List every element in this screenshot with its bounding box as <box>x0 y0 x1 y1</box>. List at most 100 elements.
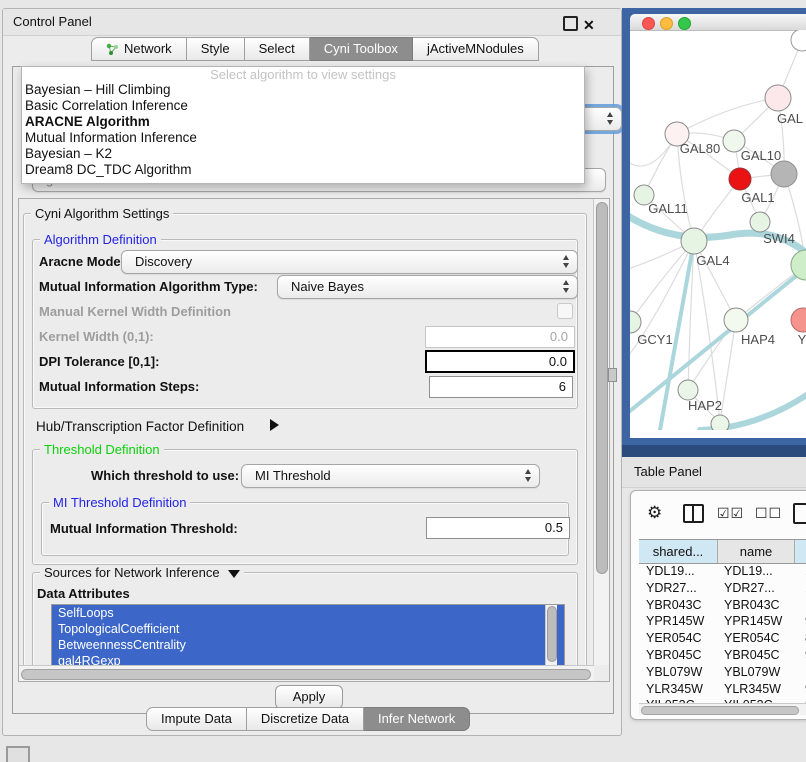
mi-type-combobox[interactable]: Naive Bayes <box>277 275 578 299</box>
hub-definition-label[interactable]: Hub/Transcription Factor Definition <box>36 419 244 434</box>
table-cell: YDR27... <box>639 580 724 597</box>
table-cell: YBR043C <box>639 597 724 614</box>
dpi-tolerance-label: DPI Tolerance [0,1]: <box>39 354 159 369</box>
table-cell: 13 <box>800 563 806 580</box>
dpi-tolerance-field[interactable]: 0.0 <box>425 350 575 373</box>
minimize-traffic-light-icon[interactable] <box>660 17 673 30</box>
mi-steps-field[interactable]: 6 <box>429 376 573 398</box>
zoom-traffic-light-icon[interactable] <box>678 17 691 30</box>
network-node-hap4[interactable] <box>724 308 748 332</box>
table-cell: YDL19... <box>639 563 724 580</box>
network-node-swi4[interactable] <box>750 212 770 232</box>
network-node[interactable] <box>711 415 729 430</box>
tab-jactivemnodules[interactable]: jActiveMNodules <box>413 37 539 61</box>
network-node-gcy1[interactable] <box>630 311 641 333</box>
attributes-scrollbar[interactable] <box>545 605 557 665</box>
dropdown-item-dream8-dc-tdc-algorithm[interactable]: Dream8 DC_TDC Algorithm <box>22 162 584 178</box>
collapsed-panel-button[interactable] <box>6 746 30 762</box>
table-row[interactable]: YLR345WYLR345W9. <box>639 681 806 698</box>
splitter-grip[interactable] <box>608 368 617 382</box>
manual-kernel-checkbox[interactable] <box>557 303 573 319</box>
table-rows: YDL19...YDL19...13YDR27...YDR27...12YBR0… <box>639 563 806 703</box>
table-row[interactable]: YDL19...YDL19...13 <box>639 563 806 580</box>
table-cell: 9. <box>800 613 806 630</box>
network-edge <box>677 98 778 134</box>
table-cell: YER054C <box>639 630 724 647</box>
network-node-gal[interactable] <box>765 85 791 111</box>
aracne-mode-combobox[interactable]: Discovery <box>121 250 578 274</box>
table-row[interactable]: YPR145WYPR145W9. <box>639 613 806 630</box>
network-node-label: GAL11 <box>648 201 688 216</box>
threshold-definition-group: Threshold Definition Which threshold to … <box>32 449 578 565</box>
attribute-item-selfloops[interactable]: SelfLoops <box>52 605 564 621</box>
cyni-algorithm-settings-group: Cyni Algorithm Settings Algorithm Defini… <box>23 213 587 667</box>
network-node[interactable] <box>791 250 806 280</box>
table-row[interactable]: YER054CYER054C8. <box>639 630 806 647</box>
settings-vertical-scrollbar[interactable] <box>593 199 609 665</box>
table-horizontal-scrollbar[interactable] <box>639 703 806 715</box>
network-graph[interactable]: GALGAL80GAL10GAL1GAL11GAL4SWI4GCY1HAP4YH… <box>630 30 806 430</box>
bottom-tab-discretize-data[interactable]: Discretize Data <box>247 707 364 731</box>
tab-network[interactable]: Network <box>91 37 187 61</box>
network-edge <box>630 241 694 322</box>
kernel-width-field[interactable]: 0.0 <box>425 326 575 348</box>
expand-arrow-icon[interactable] <box>270 419 279 431</box>
select-all-icon[interactable]: ☑☑ <box>717 505 744 522</box>
tab-cyni-toolbox[interactable]: Cyni Toolbox <box>310 37 413 61</box>
close-icon[interactable]: ✕ <box>583 12 595 38</box>
dropdown-item-basic-correlation-inference[interactable]: Basic Correlation Inference <box>22 98 584 114</box>
dropdown-item-mutual-information-inference[interactable]: Mutual Information Inference <box>22 130 584 146</box>
which-threshold-combobox[interactable]: MI Threshold <box>241 464 540 488</box>
mi-threshold-field[interactable]: 0.5 <box>426 517 570 539</box>
network-node[interactable] <box>771 161 797 187</box>
table-row[interactable]: YBL079WYBL079W <box>639 664 806 681</box>
dropdown-list: Bayesian – Hill ClimbingBasic Correlatio… <box>22 82 584 178</box>
bottom-tabs: Impute DataDiscretize DataInfer Network <box>146 707 470 731</box>
network-node-gal1[interactable] <box>729 168 751 190</box>
collapse-arrow-icon[interactable] <box>228 570 240 578</box>
network-view-window: GALGAL80GAL10GAL1GAL11GAL4SWI4GCY1HAP4YH… <box>622 8 806 445</box>
dropdown-item-aracne-algorithm[interactable]: ARACNE Algorithm <box>22 114 584 130</box>
dropdown-prompt: Select algorithm to view settings <box>22 67 584 82</box>
table-panel-titlebar: Table Panel <box>622 457 806 488</box>
column-header-name[interactable]: name <box>718 540 795 563</box>
bottom-tab-impute-data[interactable]: Impute Data <box>146 707 247 731</box>
deselect-all-icon[interactable]: ☐☐ <box>755 505 782 522</box>
mi-threshold-group: MI Threshold Definition Mutual Informati… <box>41 502 569 556</box>
column-header-extra[interactable] <box>795 540 806 563</box>
attribute-item-betweennesscentrality[interactable]: BetweennessCentrality <box>52 637 564 653</box>
network-node[interactable] <box>791 30 806 51</box>
table-cell: YBR043C <box>724 597 800 614</box>
gear-icon[interactable]: ⚙ <box>647 503 662 523</box>
table-row[interactable]: YBR043CYBR043C <box>639 597 806 614</box>
network-window-shadow <box>622 445 806 457</box>
network-node-gal4[interactable] <box>681 228 707 254</box>
split-columns-icon[interactable] <box>683 504 704 523</box>
network-node-label: GAL10 <box>741 148 781 163</box>
apply-button[interactable]: Apply <box>275 685 343 709</box>
settings-horizontal-scrollbar[interactable] <box>19 665 594 681</box>
data-attributes-label: Data Attributes <box>37 586 130 601</box>
control-panel-titlebar: Control Panel ✕ <box>3 9 621 36</box>
close-traffic-light-icon[interactable] <box>642 17 655 30</box>
table-cell: YBR045C <box>639 647 724 664</box>
bottom-tab-infer-network[interactable]: Infer Network <box>364 707 470 731</box>
tab-style[interactable]: Style <box>187 37 245 61</box>
tab-select[interactable]: Select <box>245 37 310 61</box>
attribute-item-topologicalcoefficient[interactable]: TopologicalCoefficient <box>52 621 564 637</box>
table-row[interactable]: YBR045CYBR045C9. <box>639 647 806 664</box>
network-node-y[interactable] <box>791 308 806 332</box>
dropdown-item-bayesian-hill-climbing[interactable]: Bayesian – Hill Climbing <box>22 82 584 98</box>
sources-group-title: Sources for Network Inference <box>40 565 244 580</box>
column-header-shared[interactable]: shared... <box>639 540 718 563</box>
network-node-label: GCY1 <box>637 332 672 347</box>
network-node-hap2[interactable] <box>678 380 698 400</box>
table-panel-title: Table Panel <box>634 464 702 479</box>
dropdown-item-bayesian-k2[interactable]: Bayesian – K2 <box>22 146 584 162</box>
table-row[interactable]: YDR27...YDR27...12 <box>639 580 806 597</box>
tab-label: Style <box>201 38 230 60</box>
page-icon[interactable] <box>793 503 806 524</box>
data-attributes-list[interactable]: SelfLoopsTopologicalCoefficientBetweenne… <box>51 604 565 668</box>
float-window-icon[interactable] <box>563 16 578 31</box>
mi-type-label: Mutual Information Algorithm Type: <box>39 279 258 294</box>
